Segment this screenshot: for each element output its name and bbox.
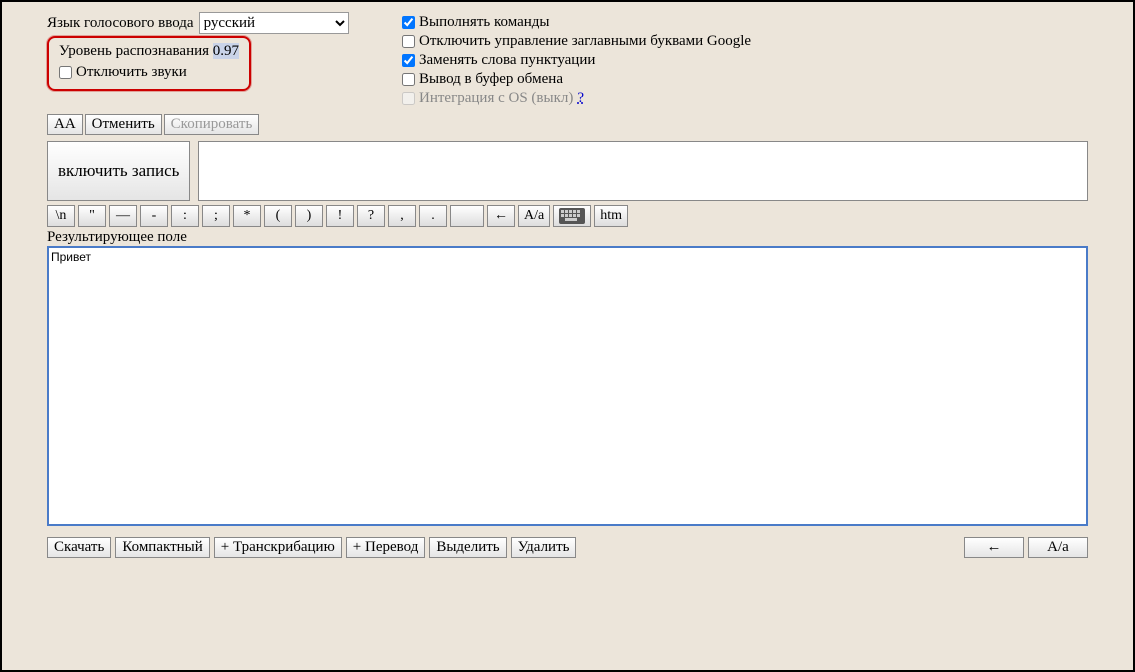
mute-label: Отключить звуки <box>76 64 187 81</box>
sym-button-4[interactable]: : <box>171 205 199 227</box>
back-button[interactable]: ← <box>964 537 1024 558</box>
sym-button-15[interactable]: A/a <box>518 205 550 227</box>
sym-button-13[interactable] <box>450 205 484 227</box>
sym-button-10[interactable]: ? <box>357 205 385 227</box>
sym-button-9[interactable]: ! <box>326 205 354 227</box>
opt-checkbox-1[interactable] <box>402 35 415 48</box>
undo-button[interactable]: Отменить <box>85 114 162 135</box>
opt-label-1: Отключить управление заглавными буквами … <box>419 33 751 50</box>
opt-checkbox-3[interactable] <box>402 73 415 86</box>
opt-checkbox-2[interactable] <box>402 54 415 67</box>
opt-label-3: Вывод в буфер обмена <box>419 71 563 88</box>
copy-button[interactable]: Скопировать <box>164 114 260 135</box>
add-translate-button[interactable]: + Перевод <box>346 537 426 558</box>
options-column: Выполнять команды Отключить управление за… <box>402 12 751 109</box>
keyboard-icon <box>559 208 585 224</box>
opt-label-2: Заменять слова пунктуации <box>419 52 595 69</box>
sym-button-1[interactable]: " <box>78 205 106 227</box>
opt-label-4: Интеграция с OS (выкл) <box>419 90 573 107</box>
lang-select[interactable]: русский <box>199 12 349 34</box>
select-button[interactable]: Выделить <box>429 537 506 558</box>
sym-button-8[interactable]: ) <box>295 205 323 227</box>
add-transcription-button[interactable]: + Транскрибацию <box>214 537 342 558</box>
opt-label-0: Выполнять команды <box>419 14 550 31</box>
recognition-highlight: Уровень распознавания 0.97 Отключить зву… <box>47 36 251 91</box>
sym-button-11[interactable]: , <box>388 205 416 227</box>
sym-button-7[interactable]: ( <box>264 205 292 227</box>
help-link[interactable]: ? <box>577 90 584 107</box>
opt-checkbox-4[interactable] <box>402 92 415 105</box>
mute-checkbox[interactable] <box>59 66 72 79</box>
opt-checkbox-0[interactable] <box>402 16 415 29</box>
compact-button[interactable]: Компактный <box>115 537 209 558</box>
sym-button-0[interactable]: \n <box>47 205 75 227</box>
sym-button-12[interactable]: . <box>419 205 447 227</box>
input-textarea[interactable] <box>198 141 1088 201</box>
record-button[interactable]: включить запись <box>47 141 190 201</box>
case-toggle-button[interactable]: A/a <box>1028 537 1088 558</box>
sym-button-16[interactable] <box>553 205 591 227</box>
aa-button[interactable]: AA <box>47 114 83 135</box>
symbol-row: \n"—-:;*()!?,. ←A/a htm <box>12 205 1123 227</box>
result-textarea[interactable] <box>47 246 1088 526</box>
sym-button-2[interactable]: — <box>109 205 137 227</box>
sym-button-5[interactable]: ; <box>202 205 230 227</box>
sym-button-6[interactable]: * <box>233 205 261 227</box>
conf-label: Уровень распознавания <box>59 43 209 59</box>
download-button[interactable]: Скачать <box>47 537 111 558</box>
conf-value: 0.97 <box>213 43 239 59</box>
sym-button-17[interactable]: htm <box>594 205 628 227</box>
result-label: Результирующее поле <box>12 227 1123 246</box>
delete-button[interactable]: Удалить <box>511 537 577 558</box>
lang-label: Язык голосового ввода <box>47 15 194 32</box>
sym-button-14[interactable]: ← <box>487 205 515 227</box>
sym-button-3[interactable]: - <box>140 205 168 227</box>
